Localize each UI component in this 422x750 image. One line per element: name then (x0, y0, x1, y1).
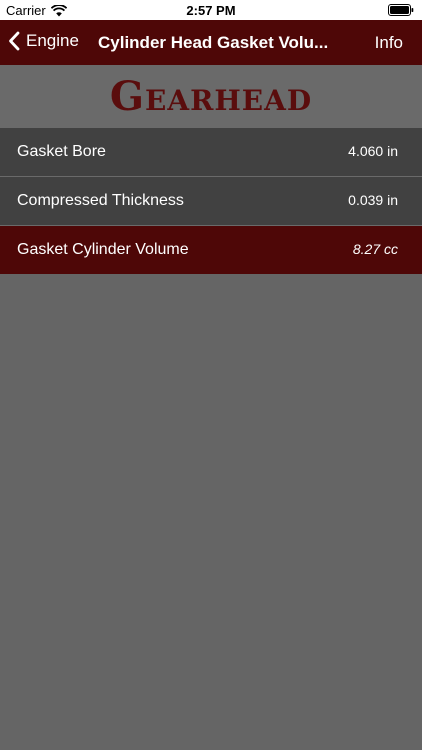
info-button[interactable]: Info (375, 33, 403, 53)
chevron-left-icon (9, 31, 20, 51)
compressed-thickness-row[interactable]: Compressed Thickness 0.039 in (0, 177, 422, 226)
calculator-list: Gasket Bore 4.060 in Compressed Thicknes… (0, 128, 422, 274)
back-button-label: Engine (26, 31, 79, 50)
gasket-cylinder-volume-label: Gasket Cylinder Volume (17, 241, 189, 258)
compressed-thickness-value: 0.039 in (348, 192, 398, 208)
compressed-thickness-label: Compressed Thickness (17, 192, 184, 209)
battery-icon (388, 4, 414, 16)
logo-banner: Gearhead (0, 65, 422, 128)
gasket-bore-row[interactable]: Gasket Bore 4.060 in (0, 128, 422, 177)
page-title: Cylinder Head Gasket Volu... (98, 33, 329, 52)
gasket-cylinder-volume-row: Gasket Cylinder Volume 8.27 cc (0, 226, 422, 274)
gasket-bore-value: 4.060 in (348, 143, 398, 159)
gasket-bore-label: Gasket Bore (17, 143, 106, 160)
status-bar: Carrier 2:57 PM (0, 0, 422, 20)
back-button[interactable]: Engine (8, 31, 79, 51)
status-right (388, 4, 414, 19)
gasket-cylinder-volume-value: 8.27 cc (352, 241, 398, 257)
status-time: 2:57 PM (186, 3, 236, 18)
gearhead-logo: Gearhead (109, 72, 313, 120)
navigation-bar: Engine Cylinder Head Gasket Volu... Info (0, 20, 422, 65)
